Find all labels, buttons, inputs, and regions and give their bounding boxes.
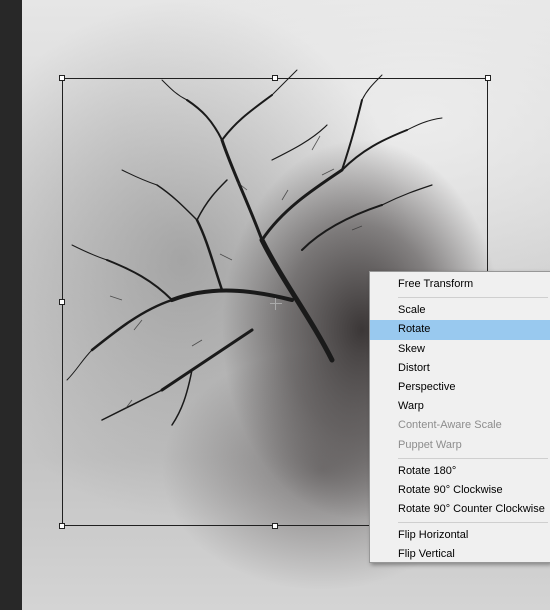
menu-item-skew[interactable]: Skew <box>370 340 550 359</box>
menu-item-rotate-90-counter-clockwise[interactable]: Rotate 90° Counter Clockwise <box>370 500 550 519</box>
menu-item-rotate-90-clockwise[interactable]: Rotate 90° Clockwise <box>370 481 550 500</box>
menu-item-flip-horizontal[interactable]: Flip Horizontal <box>370 526 550 545</box>
crosshair-icon[interactable] <box>270 298 282 310</box>
menu-item-content-aware-scale: Content-Aware Scale <box>398 419 502 432</box>
transform-handle-bottom-left[interactable] <box>59 523 65 529</box>
menu-separator <box>398 522 548 524</box>
menu-item-distort[interactable]: Distort <box>370 359 550 378</box>
menu-item-rotate[interactable]: Rotate <box>370 320 550 340</box>
menu-separator <box>398 297 548 299</box>
transform-context-menu: Free Transform Scale Rotate Skew Distort Pers… <box>369 271 550 563</box>
menu-item-flip-vertical[interactable]: Flip Vertical <box>370 545 550 564</box>
transform-handle-middle-left[interactable] <box>59 299 65 305</box>
transform-handle-top-right[interactable] <box>485 75 491 81</box>
transform-handle-top-left[interactable] <box>59 75 65 81</box>
transform-handle-bottom-center[interactable] <box>272 523 278 529</box>
transform-handle-top-center[interactable] <box>272 75 278 81</box>
menu-item-scale[interactable]: Scale <box>370 301 550 320</box>
menu-separator <box>398 457 548 459</box>
menu-item-rotate-180[interactable]: Rotate 180° <box>370 462 550 481</box>
menu-item-perspective[interactable]: Perspective <box>370 378 550 397</box>
menu-item-free-transform[interactable]: Free Transform <box>370 275 550 294</box>
menu-item-puppet-warp: Puppet Warp <box>398 438 462 451</box>
workspace-border <box>0 0 22 610</box>
menu-item-warp[interactable]: Warp <box>370 397 550 416</box>
